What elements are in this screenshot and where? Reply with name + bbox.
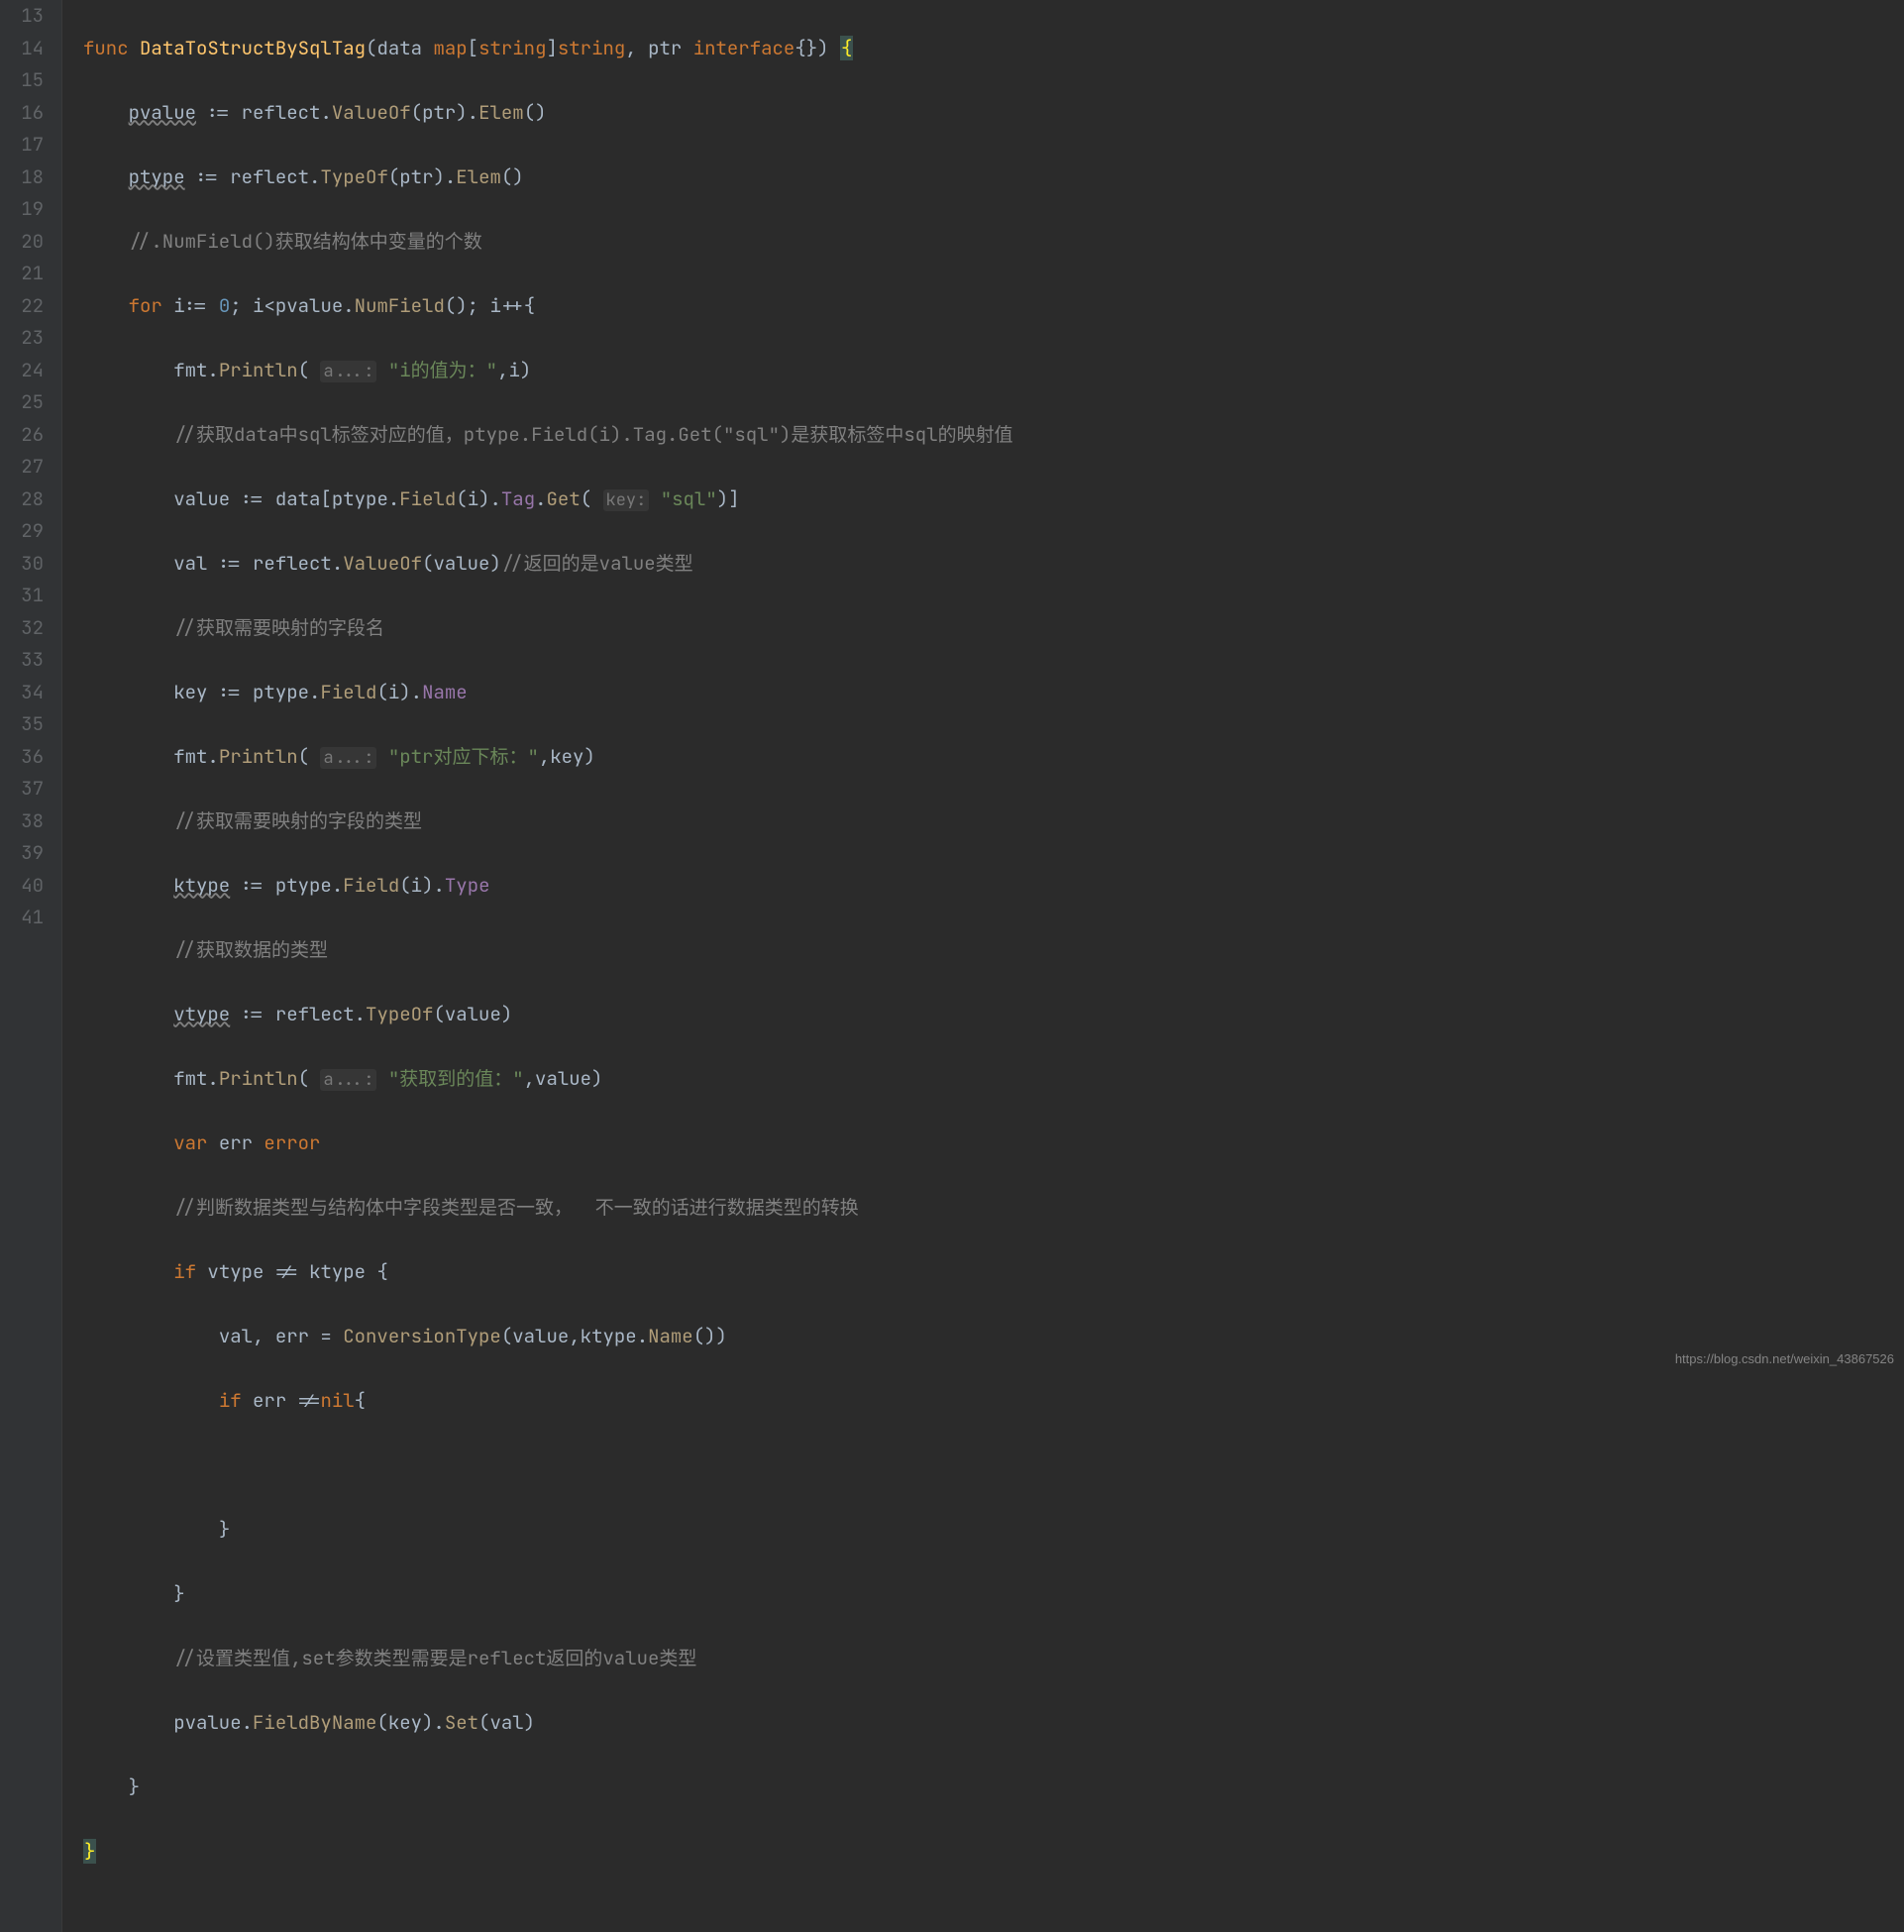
code-line: ktype := ptype.Field(i).Type: [83, 870, 1013, 903]
code-line: ptype := reflect.TypeOf(ptr).Elem(): [83, 161, 1013, 194]
line-number: 28: [8, 483, 44, 516]
code-line: val := reflect.ValueOf(value)//返回的是value…: [83, 548, 1013, 581]
code-line: }: [83, 1771, 1013, 1804]
code-line: for i:= 0; i<pvalue.NumField(); i++{: [83, 290, 1013, 323]
code-line: fmt.Println( a...: "i的值为：",i): [83, 355, 1013, 387]
code-line: vtype := reflect.TypeOf(value): [83, 999, 1013, 1031]
code-line: key := ptype.Field(i).Name: [83, 677, 1013, 709]
line-number: 29: [8, 515, 44, 548]
line-number: 17: [8, 129, 44, 161]
code-line: //判断数据类型与结构体中字段类型是否一致， 不一致的话进行数据类型的转换: [83, 1192, 1013, 1225]
line-number: 41: [8, 902, 44, 934]
code-line: pvalue.FieldByName(key).Set(val): [83, 1707, 1013, 1740]
code-line: //获取需要映射的字段名: [83, 612, 1013, 645]
code-line: }: [83, 1578, 1013, 1611]
line-number: 33: [8, 644, 44, 677]
line-number: 23: [8, 322, 44, 355]
code-line: func DataToStructBySqlTag(data map[strin…: [83, 33, 1013, 65]
line-number: 38: [8, 805, 44, 838]
code-line: }: [83, 1514, 1013, 1547]
line-number: 16: [8, 97, 44, 130]
code-line: fmt.Println( a...: "获取到的值：",value): [83, 1063, 1013, 1096]
code-line: //获取data中sql标签对应的值，ptype.Field(i).Tag.Ge…: [83, 419, 1013, 452]
line-number: 20: [8, 226, 44, 259]
code-line: if vtype != ktype {: [83, 1256, 1013, 1289]
code-line: //.NumField()获取结构体中变量的个数: [83, 226, 1013, 259]
code-line: //获取数据的类型: [83, 934, 1013, 967]
code-line: val, err = ConversionType(value,ktype.Na…: [83, 1321, 1013, 1353]
line-number: 18: [8, 161, 44, 194]
line-number: 19: [8, 193, 44, 226]
line-number: 30: [8, 548, 44, 581]
code-editor[interactable]: 13 14 15 16 17 18 19 20 21 22 23 24 25 2…: [0, 0, 1904, 1932]
line-number: 37: [8, 773, 44, 805]
code-line: //设置类型值,set参数类型需要是reflect返回的value类型: [83, 1643, 1013, 1675]
line-number: 14: [8, 33, 44, 65]
code-line: var err error: [83, 1127, 1013, 1160]
line-number: 21: [8, 258, 44, 290]
line-number: 34: [8, 677, 44, 709]
line-number: 24: [8, 355, 44, 387]
line-number: 22: [8, 290, 44, 323]
line-number: 32: [8, 612, 44, 645]
watermark-text: https://blog.csdn.net/weixin_43867526: [1675, 1343, 1894, 1376]
code-line: fmt.Println( a...: "ptr对应下标：",key): [83, 741, 1013, 774]
code-line: //获取需要映射的字段的类型: [83, 805, 1013, 838]
line-number: 39: [8, 837, 44, 870]
line-number: 25: [8, 386, 44, 419]
line-number: 13: [8, 0, 44, 33]
fold-column[interactable]: [61, 0, 79, 1932]
line-number: 26: [8, 419, 44, 452]
line-number: 35: [8, 708, 44, 741]
line-number: 27: [8, 451, 44, 483]
code-line: }: [83, 1836, 1013, 1869]
code-line: if err !=nil{: [83, 1385, 1013, 1418]
line-number: 40: [8, 870, 44, 903]
code-line: [83, 1449, 1013, 1482]
code-line: pvalue := reflect.ValueOf(ptr).Elem(): [83, 97, 1013, 130]
line-number: 36: [8, 741, 44, 774]
code-area[interactable]: func DataToStructBySqlTag(data map[strin…: [79, 0, 1013, 1932]
line-number: 15: [8, 64, 44, 97]
line-number: 31: [8, 580, 44, 612]
code-line: value := data[ptype.Field(i).Tag.Get( ke…: [83, 483, 1013, 516]
line-number-gutter: 13 14 15 16 17 18 19 20 21 22 23 24 25 2…: [0, 0, 61, 1932]
